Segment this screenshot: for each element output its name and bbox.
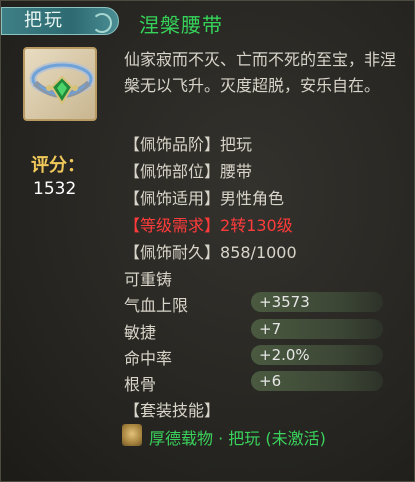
attribute-value: 男性角色: [220, 189, 285, 208]
attribute-value: 858/1000: [220, 243, 297, 262]
recastable-label: 可重铸: [124, 270, 173, 289]
attribute-slot: 【佩饰部位】腰带: [124, 158, 252, 182]
stat-value: +2.0%: [251, 345, 383, 365]
set-skill-icon: [122, 424, 142, 446]
stat-name: 气血上限: [124, 296, 189, 315]
stat-name: 根骨: [124, 375, 157, 394]
stat-name: 敏捷: [124, 323, 157, 342]
attribute-key: 【佩饰部位】: [124, 162, 221, 181]
stat-value: +6: [251, 371, 383, 391]
attribute-key: 【佩饰适用】: [124, 189, 221, 208]
stat-value: +3573: [251, 292, 383, 312]
attribute-durability: 【佩饰耐久】858/1000: [124, 239, 297, 263]
quality-badge: 把玩: [1, 7, 119, 35]
item-tooltip: 把玩 涅槃腰带 仙家寂而不灭、亡而不死的至宝，非涅槃无以飞升。灭度超脱，安乐自在…: [0, 0, 415, 482]
attribute-key: 【等级需求】: [124, 216, 221, 235]
jade-belt-icon: [23, 47, 97, 121]
stat-value: +7: [251, 319, 383, 339]
quality-badge-label: 把玩: [24, 10, 64, 31]
attribute-value: 把玩: [220, 135, 253, 154]
item-name: 涅槃腰带: [139, 13, 223, 37]
attribute-value: 2转130级: [220, 216, 293, 235]
attribute-key: 【佩饰品阶】: [124, 135, 221, 154]
attribute-grade: 【佩饰品阶】把玩: [124, 131, 252, 155]
cloud-swirl-icon: [92, 13, 112, 33]
stat-name: 命中率: [124, 349, 173, 368]
item-description: 仙家寂而不灭、亡而不死的至宝，非涅槃无以飞升。灭度超脱，安乐自在。: [124, 50, 397, 95]
attribute-key: 【佩饰耐久】: [124, 243, 221, 262]
set-skill-text: 厚德载物 · 把玩 (未激活): [149, 429, 326, 448]
score-value: 1532: [33, 179, 77, 199]
attribute-level-requirement: 【等级需求】2转130级: [124, 212, 293, 236]
attribute-value: 腰带: [220, 162, 253, 181]
score-label: 评分：: [31, 155, 85, 176]
attribute-applicable: 【佩饰适用】男性角色: [124, 185, 284, 209]
set-skill-header: 【套装技能】: [124, 401, 221, 420]
